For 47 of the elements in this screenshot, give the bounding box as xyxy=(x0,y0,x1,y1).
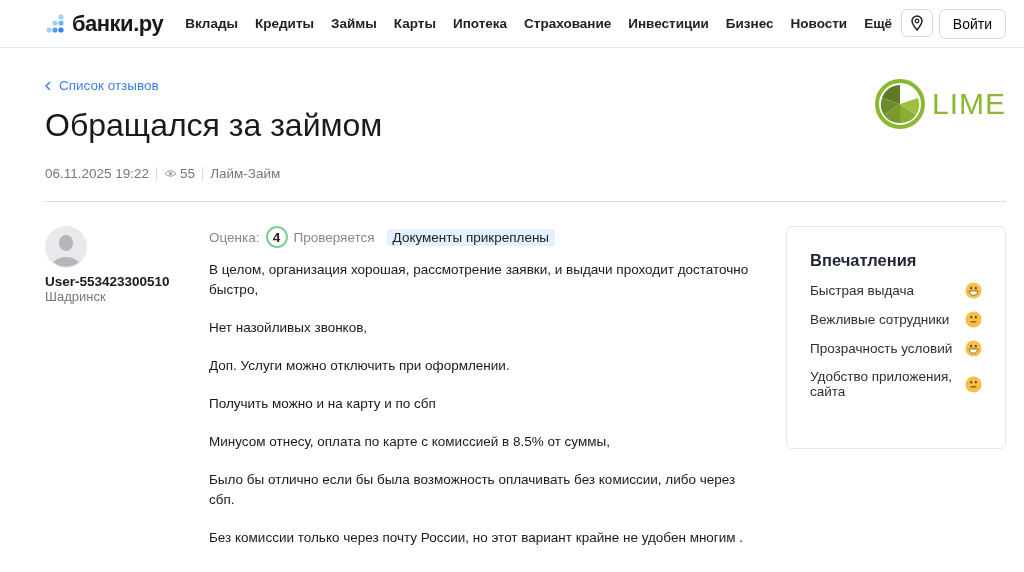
site-logo[interactable]: банки.ру xyxy=(72,10,164,37)
documents-tag: Документы прикреплены xyxy=(386,228,556,246)
nav-link[interactable]: Бизнес xyxy=(725,16,774,31)
rating-label: Оценка: xyxy=(209,229,260,245)
nav-link[interactable]: Новости xyxy=(790,16,848,31)
view-count: 55 xyxy=(180,166,196,181)
review-paragraph: Нет назойливых звонков, xyxy=(209,319,369,337)
logo-dots-icon xyxy=(45,13,67,34)
nav-link[interactable]: Ипотека xyxy=(452,16,508,31)
review-date: 06.11.2025 19:22 xyxy=(45,166,150,181)
review-status: Проверяется xyxy=(293,229,375,245)
page-title: Обращался за займом xyxy=(45,107,383,144)
chevron-left-icon xyxy=(45,80,51,91)
back-link[interactable]: Список отзывов xyxy=(45,78,383,93)
lime-slice-icon xyxy=(873,78,926,130)
location-button[interactable] xyxy=(900,8,933,37)
nav-link[interactable]: Кредиты xyxy=(255,16,315,31)
neutral-face-icon xyxy=(965,311,982,328)
eye-icon xyxy=(164,169,178,178)
rating-score: 4 xyxy=(265,226,288,248)
impression-label: Быстрая выдача xyxy=(810,283,915,298)
review-paragraph: Без комиссии только через почту России, но этот вариант крайне не удобен многим . xyxy=(209,529,745,547)
nav-link[interactable]: Страхование xyxy=(524,16,612,31)
avatar-icon xyxy=(45,226,87,268)
nav-link[interactable]: Карты xyxy=(393,16,436,31)
impressions-title: Впечатления xyxy=(810,251,918,270)
nav-link[interactable]: Ещё xyxy=(864,16,893,31)
impression-label: Прозрачность условий xyxy=(810,341,953,356)
review-paragraph: В целом, организация хорошая, рассмотрение заявки, и выдачи проходит достаточно быстро, xyxy=(209,261,750,299)
company-name: Лайм-Займ xyxy=(210,166,281,181)
review-paragraph: Получить можно и на карту и по сбп xyxy=(209,395,437,413)
review-paragraph: Доп. Услуги можно отключить при оформлении. xyxy=(209,357,511,375)
user-city: Шадринск xyxy=(45,289,107,304)
nav-link[interactable]: Вклады xyxy=(185,16,238,31)
neutral-face-icon xyxy=(965,375,982,393)
brand-logo: LIME xyxy=(931,87,1006,121)
grinning-face-icon xyxy=(965,282,982,299)
grinning-face-icon xyxy=(965,340,982,357)
nav-link[interactable]: Инвестиции xyxy=(628,16,709,31)
nav-link[interactable]: Займы xyxy=(331,16,377,31)
login-button[interactable]: Войти xyxy=(938,8,1006,39)
impression-label: Удобство приложения, сайта xyxy=(810,369,954,399)
user-name: User-553423300510 xyxy=(45,274,171,289)
location-pin-icon xyxy=(910,14,923,31)
review-paragraph: Было бы отлично если бы была возможность оплачивать без комиссии, либо через сбп. xyxy=(209,471,737,509)
impression-label: Вежливые сотрудники xyxy=(810,312,950,327)
review-paragraph: Минусом отнесу, оплата по карте с комиссией в 8.5% от суммы, xyxy=(209,433,611,451)
